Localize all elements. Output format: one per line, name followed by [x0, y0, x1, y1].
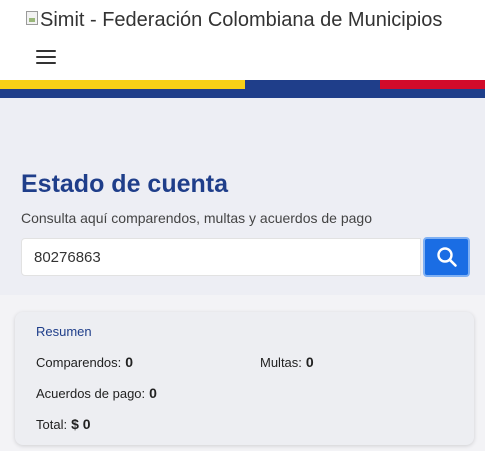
acuerdos-value: 0 — [149, 385, 157, 401]
acuerdos-label: Acuerdos de pago: — [36, 386, 146, 401]
colombia-flag-stripe — [0, 80, 485, 98]
comparendos-label: Comparendos: — [36, 355, 122, 370]
logo-alt-text: Simit - Federación Colombiana de Municip… — [40, 9, 443, 31]
multas-count: Multas: 0 — [260, 354, 314, 370]
flag-yellow-stripe — [0, 80, 245, 89]
summary-title: Resumen — [36, 324, 92, 339]
menu-line — [36, 56, 56, 58]
site-header: Simit - Federación Colombiana de Municip… — [0, 0, 485, 80]
page-title: Estado de cuenta — [21, 170, 228, 198]
summary-card: Resumen Comparendos: 0 Multas: 0 Acuerdos … — [15, 312, 474, 445]
multas-label: Multas: — [260, 355, 302, 370]
account-status-section: Estado de cuenta Consulta aquí comparend… — [0, 98, 485, 295]
comparendos-count: Comparendos: 0 — [36, 354, 133, 370]
acuerdos-count: Acuerdos de pago: 0 — [36, 385, 157, 401]
flag-blue-bottom-stripe — [0, 89, 485, 98]
menu-line — [36, 62, 56, 64]
search-icon — [436, 247, 457, 267]
flag-blue-stripe — [245, 80, 380, 89]
flag-red-stripe — [380, 80, 485, 89]
search-button[interactable] — [423, 237, 470, 277]
comparendos-value: 0 — [125, 354, 134, 370]
results-section: Resumen Comparendos: 0 Multas: 0 Acuerdos … — [0, 295, 485, 451]
total-amount: Total: $ 0 — [36, 416, 91, 432]
broken-image-icon — [26, 11, 38, 25]
simit-logo[interactable]: Simit - Federación Colombiana de Municip… — [26, 8, 442, 32]
document-search-input[interactable] — [21, 238, 421, 276]
total-value: $ 0 — [71, 416, 91, 432]
page-subtitle: Consulta aquí comparendos, multas y acue… — [21, 210, 372, 226]
hamburger-menu-icon[interactable] — [36, 48, 56, 66]
total-label: Total: — [36, 417, 68, 432]
multas-value: 0 — [305, 354, 314, 370]
menu-line — [36, 50, 56, 52]
